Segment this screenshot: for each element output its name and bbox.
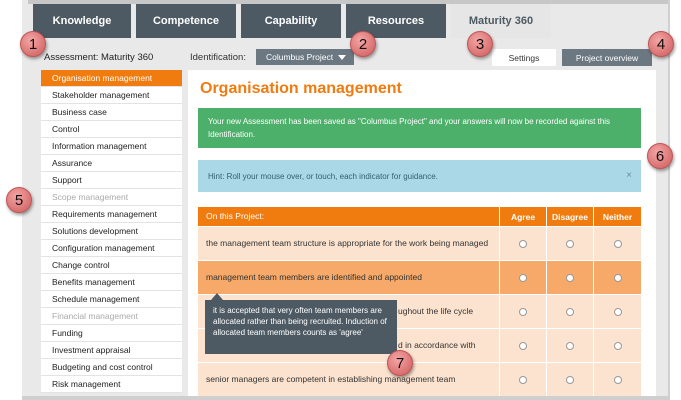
assessment-label: Assessment: Maturity 360 [44,52,154,63]
sidebar-item-control[interactable]: Control [41,121,182,138]
disagree-radio[interactable] [566,307,574,316]
table-row: the management team structure is appropr… [198,226,641,260]
callout-marker: 3 [467,31,493,57]
agree-radio[interactable] [519,273,527,282]
callout-marker: 6 [647,143,673,169]
callout-marker: 2 [350,31,376,57]
table-row: senior managers are competent in establi… [198,362,641,396]
sidebar-item-investment-appraisal[interactable]: Investment appraisal [41,342,182,359]
close-icon[interactable]: × [626,170,632,181]
sidebar-item-organisation-management[interactable]: Organisation management [41,70,182,87]
sidebar-item-support[interactable]: Support [41,172,182,189]
tab-competence[interactable]: Competence [136,4,236,38]
sidebar-item-schedule-management[interactable]: Schedule management [41,291,182,308]
neither-radio[interactable] [613,341,622,350]
neither-radio[interactable] [613,239,622,248]
sidebar-item-configuration-management[interactable]: Configuration management [41,240,182,257]
callout-marker: 1 [20,31,46,57]
neither-radio[interactable] [613,273,622,282]
column-header-neither: Neither [602,211,633,222]
frame-bottom-shadow [22,396,670,400]
tab-maturity-360[interactable]: Maturity 360 [451,4,551,38]
sidebar-section-scope-management: Scope management [41,189,182,206]
tooltip-arrow [211,293,223,300]
guidance-tooltip: it is accepted that very often team memb… [205,300,397,354]
callout-marker: 4 [648,31,674,57]
sidebar-item-benefits-management[interactable]: Benefits management [41,274,182,291]
sidebar-item-risk-management[interactable]: Risk management [41,376,182,393]
column-header-question: On this Project: [198,207,500,226]
agree-radio[interactable] [519,239,527,248]
question-text: the management team structure is appropr… [198,227,500,260]
identification-select[interactable]: Columbus Project [256,49,354,65]
sidebar-item-information-management[interactable]: Information management [41,138,182,155]
question-text: management team members are identified a… [198,261,500,294]
success-alert: Your new Assessment has been saved as "C… [198,108,641,148]
sidebar-item-budgeting-and-cost-control[interactable]: Budgeting and cost control [41,359,182,376]
agree-radio[interactable] [519,341,527,350]
question-text: senior managers are competent in establi… [198,363,500,396]
sidebar-item-funding[interactable]: Funding [41,325,182,342]
sidebar-item-business-case[interactable]: Business case [41,104,182,121]
disagree-radio[interactable] [566,341,574,350]
sidebar: Organisation management Stakeholder mana… [41,70,182,393]
column-header-agree: Agree [500,207,547,226]
identification-label: Identification: [190,52,246,63]
disagree-radio[interactable] [566,239,574,248]
callout-marker: 5 [6,187,32,213]
agree-radio[interactable] [519,375,527,384]
identification-value: Columbus Project [266,52,334,62]
hint-alert: Hint: Roll your mouse over, or touch, ea… [198,160,641,192]
caret-down-icon [338,55,346,60]
sidebar-item-solutions-development[interactable]: Solutions development [41,223,182,240]
sidebar-item-assurance[interactable]: Assurance [41,155,182,172]
sidebar-item-stakeholder-management[interactable]: Stakeholder management [41,87,182,104]
agree-radio[interactable] [519,307,527,316]
sidebar-item-requirements-management[interactable]: Requirements management [41,206,182,223]
table-header: On this Project: Agree Disagree Neither [198,206,641,226]
settings-button[interactable]: Settings [492,49,556,66]
table-row: management team members are identified a… [198,260,641,294]
callout-marker: 7 [387,350,413,376]
hint-text: Hint: Roll your mouse over, or touch, ea… [208,171,438,181]
column-header-disagree: Disagree [547,207,594,226]
project-overview-button[interactable]: Project overview [562,49,652,66]
sidebar-item-change-control[interactable]: Change control [41,257,182,274]
neither-radio[interactable] [613,375,622,384]
page-title: Organisation management [200,80,402,97]
neither-radio[interactable] [613,307,622,316]
disagree-radio[interactable] [566,375,574,384]
tab-knowledge[interactable]: Knowledge [33,4,131,38]
sidebar-section-financial-management: Financial management [41,308,182,325]
disagree-radio[interactable] [566,273,574,282]
tab-capability[interactable]: Capability [241,4,341,38]
